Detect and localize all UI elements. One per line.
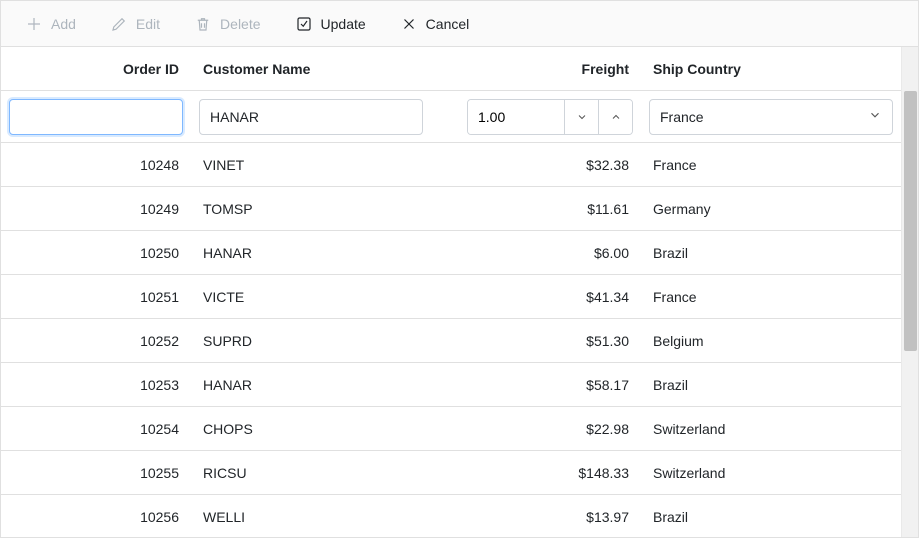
delete-button[interactable]: Delete <box>180 9 274 39</box>
cell-freight: $13.97 <box>431 509 641 525</box>
table-row[interactable]: 10255RICSU$148.33Switzerland <box>1 451 901 495</box>
cell-ship: France <box>641 289 901 305</box>
cell-orderid: 10249 <box>1 201 191 217</box>
ship-country-value: France <box>660 109 704 125</box>
freight-decrement[interactable] <box>564 100 598 134</box>
plus-icon <box>25 15 43 33</box>
ship-country-dropdown[interactable]: France <box>649 99 893 135</box>
save-icon <box>295 15 313 33</box>
close-icon <box>400 15 418 33</box>
header-ship[interactable]: Ship Country <box>641 61 901 77</box>
customer-input[interactable] <box>199 99 423 135</box>
add-button[interactable]: Add <box>11 9 90 39</box>
cell-customer: VICTE <box>191 289 431 305</box>
header-freight[interactable]: Freight <box>431 61 641 77</box>
column-headers: Order ID Customer Name Freight Ship Coun… <box>1 47 901 91</box>
cell-customer: HANAR <box>191 377 431 393</box>
update-button[interactable]: Update <box>281 9 380 39</box>
cell-orderid: 10253 <box>1 377 191 393</box>
data-grid: Add Edit Delete Update Cancel <box>0 0 919 538</box>
cell-freight: $6.00 <box>431 245 641 261</box>
cell-customer: RICSU <box>191 465 431 481</box>
cell-ship: Brazil <box>641 245 901 261</box>
cancel-label: Cancel <box>426 16 470 32</box>
cell-ship: France <box>641 157 901 173</box>
cell-ship: Brazil <box>641 377 901 393</box>
delete-label: Delete <box>220 16 260 32</box>
cell-freight: $148.33 <box>431 465 641 481</box>
cell-ship: Brazil <box>641 509 901 525</box>
cell-customer: VINET <box>191 157 431 173</box>
toolbar: Add Edit Delete Update Cancel <box>1 1 918 47</box>
cell-ship: Belgium <box>641 333 901 349</box>
trash-icon <box>194 15 212 33</box>
table-row[interactable]: 10252SUPRD$51.30Belgium <box>1 319 901 363</box>
cell-ship: Switzerland <box>641 421 901 437</box>
cell-freight: $58.17 <box>431 377 641 393</box>
scroll-thumb[interactable] <box>904 91 917 351</box>
cell-freight: $32.38 <box>431 157 641 173</box>
update-label: Update <box>321 16 366 32</box>
header-orderid[interactable]: Order ID <box>1 61 191 77</box>
cell-customer: WELLI <box>191 509 431 525</box>
cell-customer: SUPRD <box>191 333 431 349</box>
pencil-icon <box>110 15 128 33</box>
cell-orderid: 10255 <box>1 465 191 481</box>
add-label: Add <box>51 16 76 32</box>
orderid-input[interactable] <box>9 99 183 135</box>
cell-customer: CHOPS <box>191 421 431 437</box>
edit-row: France <box>1 91 901 143</box>
table-row[interactable]: 10251VICTE$41.34France <box>1 275 901 319</box>
cell-freight: $22.98 <box>431 421 641 437</box>
vertical-scrollbar[interactable] <box>901 47 918 537</box>
freight-increment[interactable] <box>598 100 632 134</box>
cell-freight: $41.34 <box>431 289 641 305</box>
freight-stepper <box>467 99 633 135</box>
cell-customer: TOMSP <box>191 201 431 217</box>
cell-orderid: 10254 <box>1 421 191 437</box>
edit-label: Edit <box>136 16 160 32</box>
cell-orderid: 10256 <box>1 509 191 525</box>
chevron-down-icon <box>868 108 882 125</box>
freight-input[interactable] <box>468 100 564 134</box>
table-row[interactable]: 10248VINET$32.38France <box>1 143 901 187</box>
cell-orderid: 10252 <box>1 333 191 349</box>
grid-content: Order ID Customer Name Freight Ship Coun… <box>1 47 901 537</box>
edit-button[interactable]: Edit <box>96 9 174 39</box>
cell-freight: $11.61 <box>431 201 641 217</box>
cell-orderid: 10250 <box>1 245 191 261</box>
table-row[interactable]: 10249TOMSP$11.61Germany <box>1 187 901 231</box>
cell-orderid: 10251 <box>1 289 191 305</box>
table-row[interactable]: 10250HANAR$6.00Brazil <box>1 231 901 275</box>
header-customer[interactable]: Customer Name <box>191 61 431 77</box>
cell-freight: $51.30 <box>431 333 641 349</box>
cancel-button[interactable]: Cancel <box>386 9 484 39</box>
cell-customer: HANAR <box>191 245 431 261</box>
table-row[interactable]: 10256WELLI$13.97Brazil <box>1 495 901 537</box>
table-row[interactable]: 10254CHOPS$22.98Switzerland <box>1 407 901 451</box>
cell-ship: Switzerland <box>641 465 901 481</box>
table-row[interactable]: 10253HANAR$58.17Brazil <box>1 363 901 407</box>
cell-orderid: 10248 <box>1 157 191 173</box>
cell-ship: Germany <box>641 201 901 217</box>
